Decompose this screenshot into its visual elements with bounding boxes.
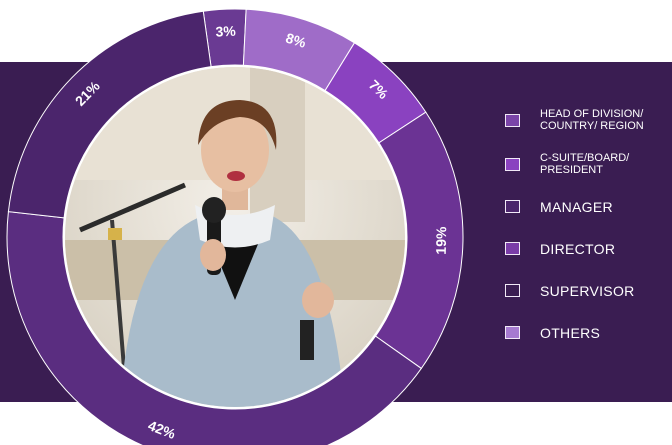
donut-chart: 3% 8%7%19%42%21%: [6, 8, 464, 445]
legend-item: SUPERVISOR: [505, 282, 635, 299]
legend-label-line: C-SUITE/BOARD/: [540, 152, 630, 164]
slice-data-label: 3%: [215, 23, 236, 40]
slice-data-label: 19%: [433, 226, 449, 255]
legend-label: C-SUITE/BOARD/PRESIDENT: [540, 152, 629, 176]
legend-swatch: [505, 326, 520, 339]
legend-swatch: [505, 242, 520, 255]
legend-label-line: SUPERVISOR: [540, 282, 635, 299]
legend-item: DIRECTOR: [505, 240, 616, 257]
legend-item: MANAGER: [505, 198, 613, 215]
legend-label: SUPERVISOR: [540, 282, 635, 299]
legend-label-line: OTHERS: [540, 324, 601, 341]
legend-swatch: [505, 284, 520, 297]
legend-label-line: MANAGER: [540, 198, 613, 215]
legend-label-line: PRESIDENT: [540, 164, 603, 176]
legend-label-line: DIRECTOR: [540, 240, 616, 257]
legend-label: HEAD OF DIVISION/COUNTRY/ REGION: [540, 108, 644, 132]
legend-item: OTHERS: [505, 324, 601, 341]
legend-item: C-SUITE/BOARD/PRESIDENT: [505, 152, 629, 176]
legend-label: DIRECTOR: [540, 240, 616, 257]
legend-label-line: COUNTRY/ REGION: [540, 120, 644, 132]
legend-item: HEAD OF DIVISION/COUNTRY/ REGION: [505, 108, 644, 132]
legend-swatch: [505, 157, 520, 171]
legend-label-line: HEAD OF DIVISION/: [540, 108, 644, 120]
legend-swatch: [505, 113, 520, 127]
legend-swatch: [505, 200, 520, 213]
legend-label: MANAGER: [540, 198, 613, 215]
legend-label: OTHERS: [540, 324, 601, 341]
